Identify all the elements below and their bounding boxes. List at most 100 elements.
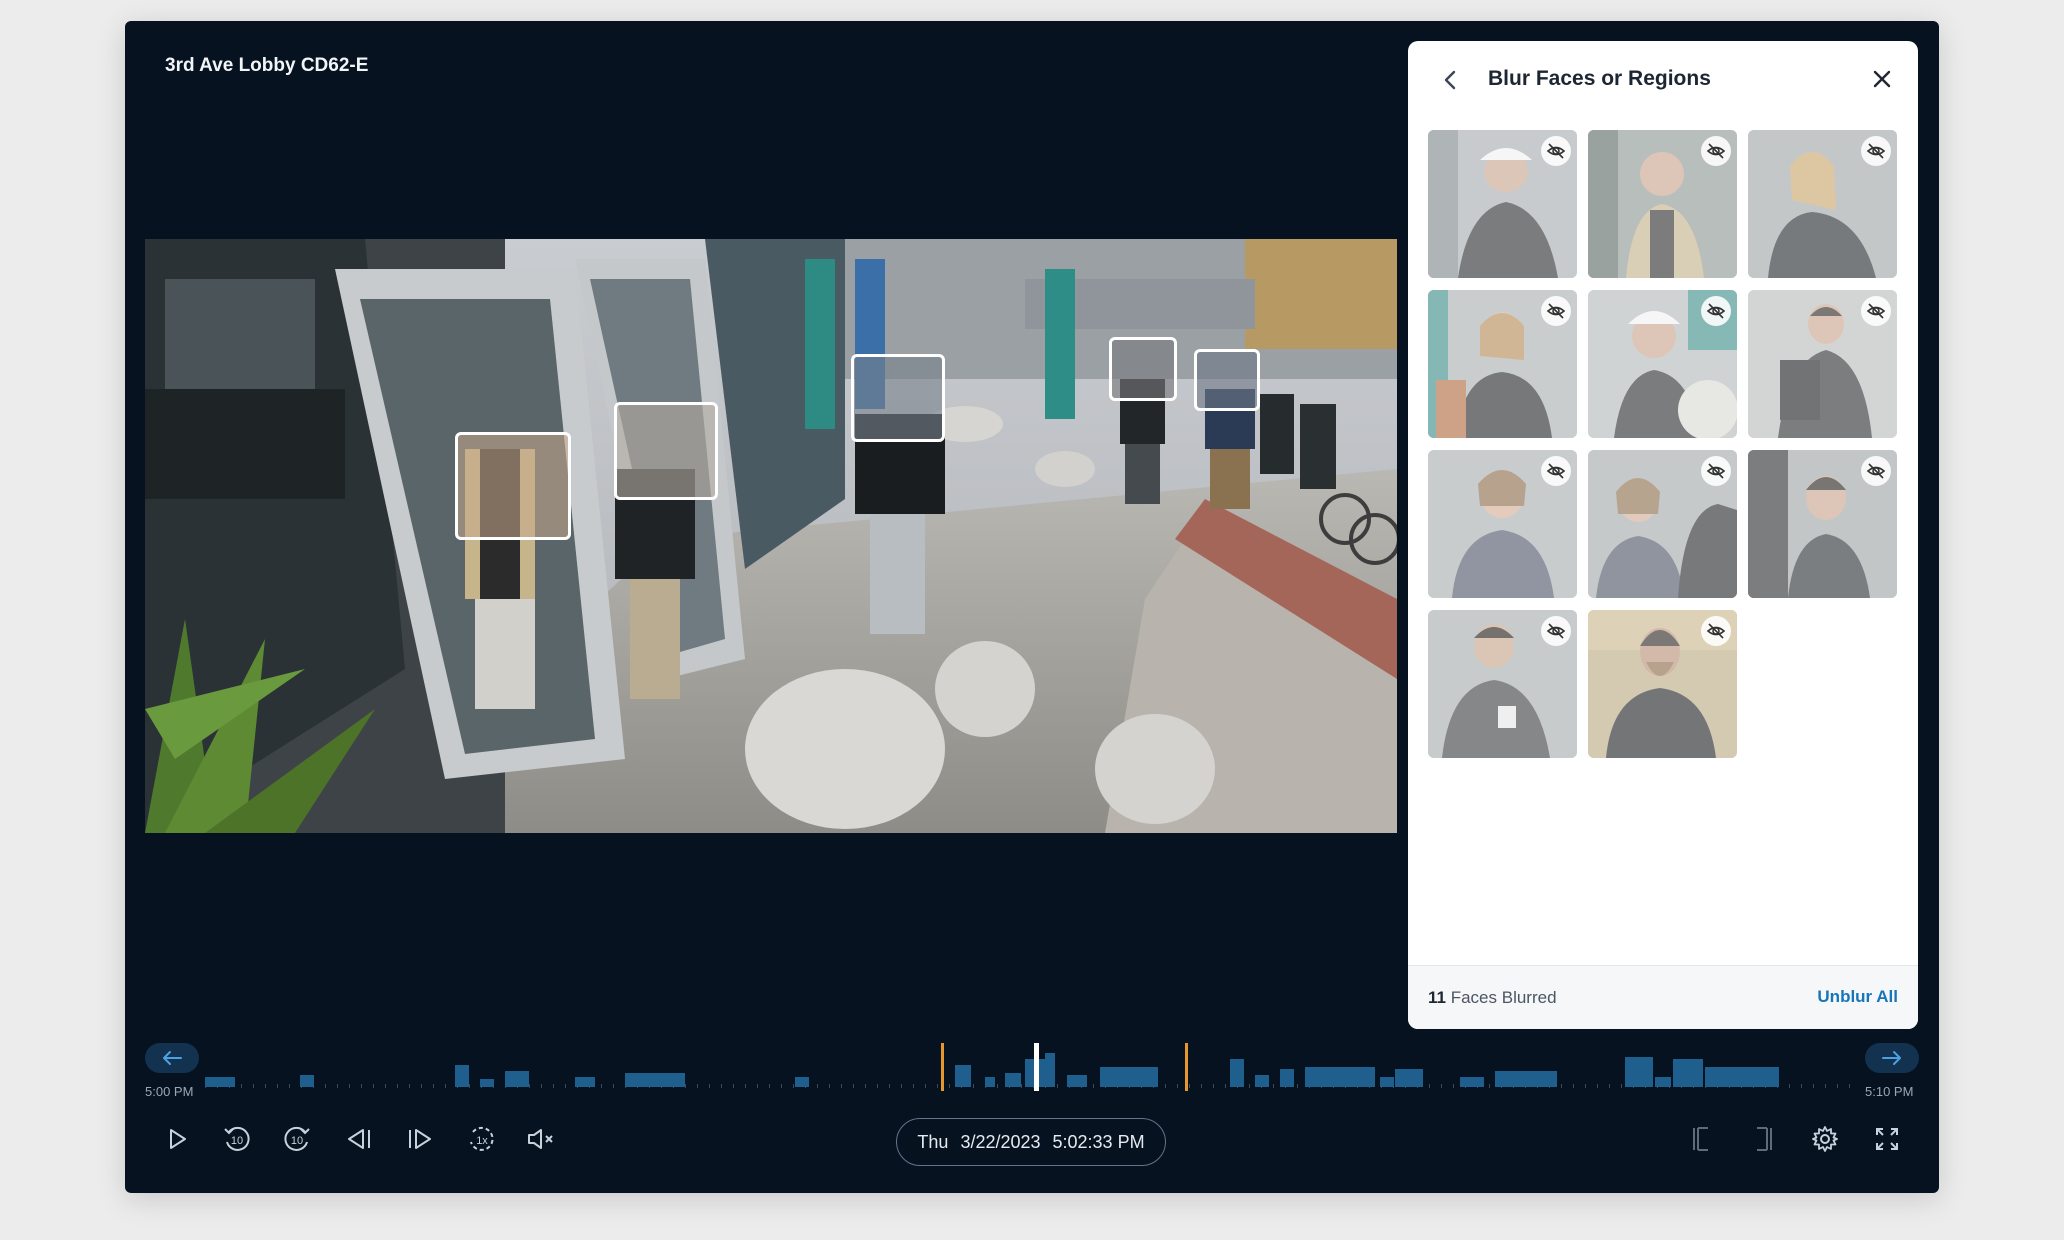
timeline[interactable]: 5:00 PM 5:10 PM: [145, 1043, 1919, 1103]
activity-bar: [1625, 1057, 1653, 1087]
activity-bar: [505, 1071, 529, 1087]
face-blur-region[interactable]: [455, 432, 571, 540]
face-blur-region[interactable]: [851, 354, 945, 442]
video-frame[interactable]: [145, 239, 1397, 833]
face-blur-region[interactable]: [614, 402, 718, 500]
activity-bar: [480, 1079, 494, 1087]
next-frame-button[interactable]: [400, 1119, 440, 1159]
eye-off-icon[interactable]: [1701, 296, 1731, 326]
face-thumbnail[interactable]: [1588, 290, 1737, 438]
back-button[interactable]: [1438, 67, 1464, 93]
camera-title: 3rd Ave Lobby CD62-E: [165, 55, 369, 76]
activity-bar: [575, 1077, 595, 1087]
unblur-all-button[interactable]: Unblur All: [1817, 987, 1898, 1007]
speed-icon: 1x: [470, 1126, 494, 1151]
activity-bar: [795, 1077, 809, 1087]
face-thumbnail[interactable]: [1428, 610, 1577, 758]
skip-forward-button[interactable]: 10: [277, 1119, 317, 1159]
faces-count-label: Faces Blurred: [1450, 988, 1557, 1007]
eye-off-icon[interactable]: [1861, 136, 1891, 166]
fullscreen-button[interactable]: [1867, 1119, 1907, 1159]
face-thumbnail[interactable]: [1748, 290, 1897, 438]
eye-off-icon[interactable]: [1541, 136, 1571, 166]
activity-bar: [1655, 1077, 1671, 1087]
playback-speed-button[interactable]: 1x: [461, 1119, 501, 1159]
activity-bar: [1380, 1077, 1394, 1087]
face-blur-region[interactable]: [1194, 349, 1260, 411]
clip-range-marker: [941, 1043, 944, 1091]
activity-bar: [1005, 1073, 1021, 1087]
activity-bar: [1705, 1067, 1779, 1087]
activity-bar: [1230, 1059, 1244, 1087]
svg-text:10: 10: [231, 1135, 243, 1147]
eye-off-icon[interactable]: [1541, 456, 1571, 486]
activity-bar: [955, 1065, 971, 1087]
eye-off-icon[interactable]: [1701, 616, 1731, 646]
clip-range-marker: [1185, 1043, 1188, 1091]
mute-button[interactable]: [521, 1119, 561, 1159]
activity-bar: [625, 1073, 685, 1087]
current-day: Thu: [917, 1131, 949, 1152]
skip-back-button[interactable]: 10: [217, 1119, 257, 1159]
arrow-left-icon: [163, 1051, 182, 1065]
camera-scene: [145, 239, 1397, 833]
faces-count-number: 11: [1428, 988, 1446, 1007]
rewind-10-icon: 10: [224, 1126, 250, 1151]
eye-off-icon[interactable]: [1541, 296, 1571, 326]
eye-off-icon[interactable]: [1701, 136, 1731, 166]
eye-off-icon[interactable]: [1541, 616, 1571, 646]
activity-bar: [1460, 1077, 1484, 1087]
face-thumbnail[interactable]: [1588, 450, 1737, 598]
eye-off-icon[interactable]: [1861, 296, 1891, 326]
face-thumbnail[interactable]: [1748, 450, 1897, 598]
svg-text:10: 10: [291, 1135, 303, 1147]
bracket-left-icon: [1693, 1127, 1708, 1151]
settings-button[interactable]: [1805, 1119, 1845, 1159]
face-thumbnail[interactable]: [1588, 610, 1737, 758]
activity-histogram: [205, 1043, 1850, 1091]
activity-bar: [1045, 1053, 1055, 1087]
timeline-prev-button[interactable]: [145, 1043, 199, 1073]
bracket-right-icon: [1757, 1127, 1772, 1151]
timeline-end-label: 5:10 PM: [1865, 1084, 1914, 1099]
face-blur-region[interactable]: [1109, 337, 1177, 401]
activity-bar: [985, 1077, 995, 1087]
video-player-window: 3rd Ave Lobby CD62-E Blur Faces or Regio…: [125, 21, 1939, 1193]
face-thumbnail[interactable]: [1428, 450, 1577, 598]
activity-bar: [1305, 1067, 1375, 1087]
activity-bar: [1673, 1059, 1703, 1087]
timeline-start-label: 5:00 PM: [145, 1084, 194, 1099]
eye-off-icon[interactable]: [1701, 456, 1731, 486]
face-thumbnail[interactable]: [1428, 290, 1577, 438]
eye-off-icon[interactable]: [1861, 456, 1891, 486]
forward-10-icon: 10: [284, 1126, 310, 1151]
activity-bar: [1067, 1075, 1087, 1087]
activity-bar: [455, 1065, 469, 1087]
current-datetime[interactable]: Thu 3/22/2023 5:02:33 PM: [896, 1118, 1166, 1166]
gear-icon: [1812, 1126, 1838, 1152]
arrow-right-icon: [1882, 1051, 1901, 1065]
activity-bar: [205, 1077, 235, 1087]
previous-frame-button[interactable]: [339, 1119, 379, 1159]
chevron-left-icon: [1444, 70, 1456, 90]
current-time: 5:02:33 PM: [1052, 1131, 1145, 1152]
blur-faces-panel: Blur Faces or Regions 11 Faces Blurred U…: [1408, 41, 1918, 1029]
face-thumbnail[interactable]: [1748, 130, 1897, 278]
mark-in-button[interactable]: [1682, 1119, 1722, 1159]
close-button[interactable]: [1868, 65, 1896, 93]
step-back-icon: [348, 1129, 370, 1149]
activity-bar: [1280, 1069, 1294, 1087]
face-thumbnail[interactable]: [1588, 130, 1737, 278]
step-forward-icon: [409, 1129, 431, 1149]
close-icon: [1873, 70, 1891, 88]
face-thumbnail[interactable]: [1428, 130, 1577, 278]
volume-muted-icon: [528, 1129, 553, 1149]
activity-bar: [1495, 1071, 1557, 1087]
activity-bar: [1255, 1075, 1269, 1087]
play-button[interactable]: [157, 1119, 197, 1159]
mark-out-button[interactable]: [1743, 1119, 1783, 1159]
panel-footer: 11 Faces Blurred Unblur All: [1408, 965, 1918, 1029]
timeline-next-button[interactable]: [1865, 1043, 1919, 1073]
panel-title: Blur Faces or Regions: [1488, 67, 1711, 90]
svg-text:1x: 1x: [476, 1135, 488, 1147]
